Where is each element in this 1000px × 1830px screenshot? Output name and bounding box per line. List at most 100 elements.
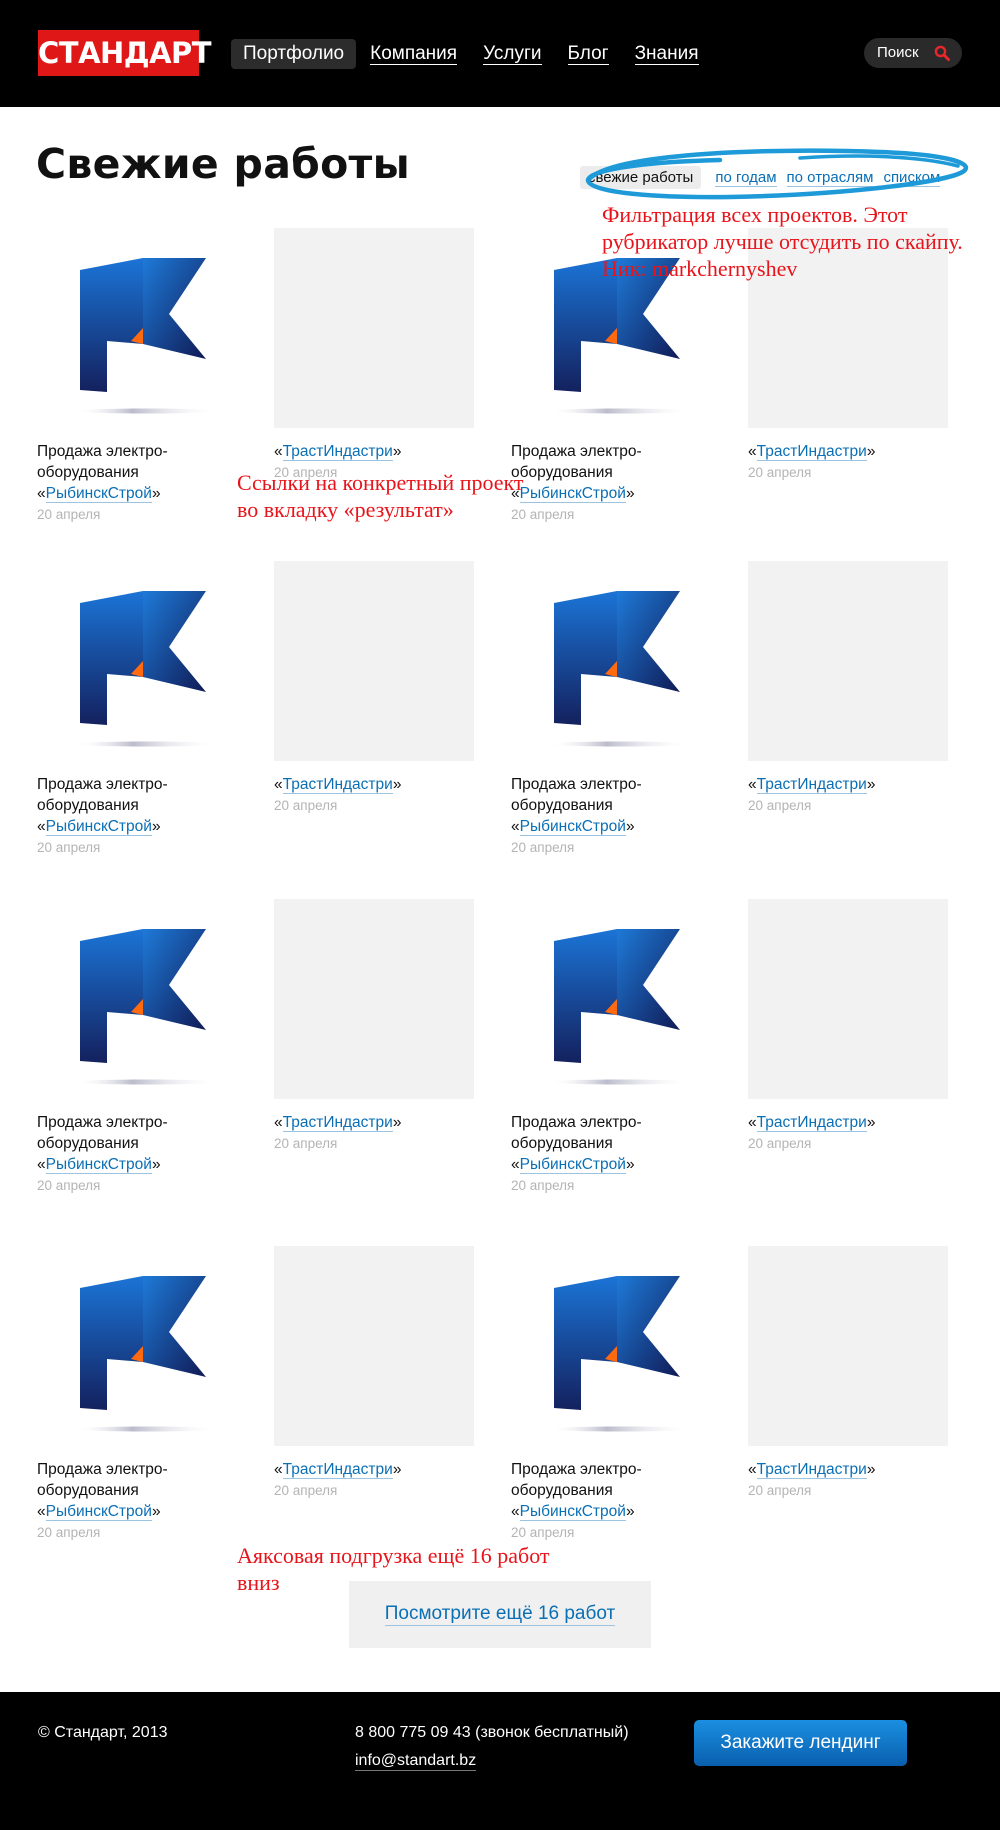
project-caption: Продажа электро- оборудования «РыбинскСт… [511,1114,642,1174]
project-caption: «ТрастИндастри» [748,1114,876,1132]
project-client-link[interactable]: ТрастИндастри [756,1461,867,1479]
search-icon [934,45,950,61]
project-thumbnail[interactable] [511,561,711,761]
nav-item-blog[interactable]: Блог [556,39,621,69]
project-client-link[interactable]: ТрастИндастри [756,776,867,794]
annotation-scribble [585,148,969,200]
order-landing-button[interactable]: Закажите лендинг [694,1720,907,1766]
project-title: оборудования [511,1135,613,1152]
project-client-link[interactable]: РыбинскСтрой [45,1156,152,1174]
project-card[interactable]: Продажа электро- оборудования «РыбинскСт… [37,1246,237,1543]
project-client-link[interactable]: РыбинскСтрой [45,485,152,503]
project-thumbnail[interactable] [274,228,474,428]
project-card[interactable]: Продажа электро- оборудования «РыбинскСт… [37,899,237,1196]
project-title: Продажа электро- [511,776,642,793]
project-title: Продажа электро- [37,776,168,793]
nav-item-portfolio[interactable]: Портфолио [231,39,357,69]
project-date: 20 апреля [748,1136,812,1151]
project-thumbnail[interactable] [37,1246,237,1446]
project-card[interactable]: Продажа электро- оборудования «РыбинскСт… [511,899,711,1196]
project-title: оборудования [37,464,139,481]
phone-number: 8 800 775 09 43 (звонок бесплатный) [355,1724,629,1741]
project-title: оборудования [37,1135,139,1152]
project-thumbnail[interactable] [511,899,711,1099]
page-title: Свежие работы [36,140,411,188]
project-thumbnail[interactable] [274,561,474,761]
project-date: 20 апреля [511,1178,575,1193]
project-date: 20 апреля [511,507,575,522]
project-thumbnail[interactable] [748,561,948,761]
project-client-link[interactable]: ТрастИндастри [282,1461,393,1479]
project-thumbnail[interactable] [274,1246,474,1446]
project-thumbnail[interactable] [37,561,237,761]
site-footer: © Стандарт, 2013 8 800 775 09 43 (звонок… [0,1692,1000,1830]
search-button[interactable]: Поиск [864,38,962,68]
project-card[interactable]: «ТрастИндастри» 20 апреля [274,228,474,483]
project-client-link[interactable]: РыбинскСтрой [45,818,152,836]
load-more-button[interactable]: Посмотрите ещё 16 работ [349,1581,651,1648]
project-client-link[interactable]: РыбинскСтрой [519,1156,626,1174]
project-thumbnail[interactable] [748,899,948,1099]
project-card[interactable]: «ТрастИндастри» 20 апреля [748,1246,948,1501]
project-client-link[interactable]: ТрастИндастри [756,1114,867,1132]
project-caption: «ТрастИндастри» [274,443,402,461]
project-title: Продажа электро- [511,1461,642,1478]
project-card[interactable]: «ТрастИндастри» 20 апреля [748,899,948,1154]
project-thumbnail[interactable] [274,899,474,1099]
project-caption: «ТрастИндастри» [274,776,402,794]
project-date: 20 апреля [37,840,101,855]
project-caption: «ТрастИндастри» [274,1114,402,1132]
main-nav: Портфолио Компания Услуги Блог Знания [231,39,713,69]
nav-label: Блог [567,43,609,65]
project-date: 20 апреля [37,1525,101,1540]
project-client-link[interactable]: РыбинскСтрой [519,1503,626,1521]
project-client-link[interactable]: РыбинскСтрой [519,818,626,836]
nav-item-company[interactable]: Компания [358,39,469,69]
project-client-link[interactable]: ТрастИндастри [282,1114,393,1132]
project-title: Продажа электро- [511,1114,642,1131]
email-link[interactable]: info@standart.bz [355,1752,477,1771]
load-more-link[interactable]: Посмотрите ещё 16 работ [384,1603,616,1626]
copyright: © Стандарт, 2013 [38,1724,168,1741]
project-caption: «ТрастИндастри» [748,776,876,794]
project-thumbnail[interactable] [511,1246,711,1446]
project-title: оборудования [511,797,613,814]
project-date: 20 апреля [748,1483,812,1498]
project-card[interactable]: «ТрастИндастри» 20 апреля [274,899,474,1154]
project-card[interactable]: Продажа электро- оборудования «РыбинскСт… [37,228,237,525]
project-card[interactable]: Продажа электро- оборудования «РыбинскСт… [511,561,711,858]
project-caption: «ТрастИндастри» [748,1461,876,1479]
project-caption: Продажа электро- оборудования «РыбинскСт… [511,1461,642,1521]
project-card[interactable]: «ТрастИндастри» 20 апреля [274,561,474,816]
project-caption: Продажа электро- оборудования «РыбинскСт… [511,443,642,503]
project-date: 20 апреля [274,798,338,813]
nav-label: Знания [634,43,699,65]
nav-item-knowledge[interactable]: Знания [623,39,711,69]
project-card[interactable]: «ТрастИндастри» 20 апреля [748,561,948,816]
project-title: оборудования [37,797,139,814]
project-thumbnail[interactable] [37,228,237,428]
project-client-link[interactable]: РыбинскСтрой [519,485,626,503]
project-caption: Продажа электро- оборудования «РыбинскСт… [37,1114,168,1174]
project-caption: «ТрастИндастри» [274,1461,402,1479]
project-card[interactable]: «ТрастИндастри» 20 апреля [274,1246,474,1501]
project-title: Продажа электро- [37,443,168,460]
project-client-link[interactable]: ТрастИндастри [282,443,393,461]
project-caption: «ТрастИндастри» [748,443,876,461]
project-client-link[interactable]: ТрастИндастри [756,443,867,461]
project-card[interactable]: Продажа электро- оборудования «РыбинскСт… [37,561,237,858]
project-client-link[interactable]: ТрастИндастри [282,776,393,794]
site-logo[interactable]: СТАНДАРТ [38,30,212,76]
project-caption: Продажа электро- оборудования «РыбинскСт… [37,443,168,503]
project-client-link[interactable]: РыбинскСтрой [45,1503,152,1521]
project-date: 20 апреля [37,507,101,522]
project-thumbnail[interactable] [37,899,237,1099]
project-title: Продажа электро- [37,1114,168,1131]
nav-label: Компания [370,43,458,65]
project-card[interactable]: Продажа электро- оборудования «РыбинскСт… [511,1246,711,1543]
project-thumbnail[interactable] [748,1246,948,1446]
project-date: 20 апреля [37,1178,101,1193]
project-title: оборудования [37,1482,139,1499]
nav-item-services[interactable]: Услуги [471,39,553,69]
project-caption: Продажа электро- оборудования «РыбинскСт… [511,776,642,836]
